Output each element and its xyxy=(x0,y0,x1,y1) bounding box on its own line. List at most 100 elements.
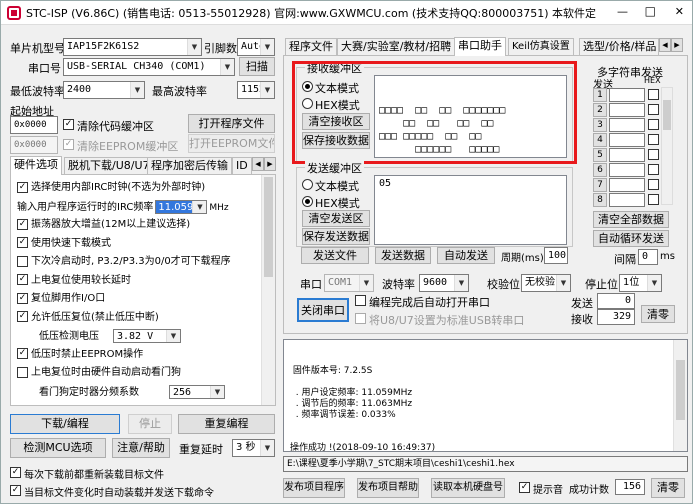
multi-send-input[interactable] xyxy=(609,178,645,192)
clear-count-button[interactable]: 清零 xyxy=(641,305,675,323)
options-scrollbar[interactable] xyxy=(261,175,275,405)
clear-code-checkbox[interactable]: ✓ xyxy=(63,119,74,130)
tab-scroll-right-icon[interactable]: ▶ xyxy=(671,38,683,52)
tab-scroll-left-icon[interactable]: ◀ xyxy=(659,38,671,52)
irc-frequency-select[interactable]: 11.0592 ▼ xyxy=(155,199,208,214)
reprogram-button[interactable]: 重复编程 xyxy=(178,414,275,434)
multi-send-button[interactable]: 7 xyxy=(593,178,607,192)
tab-scroll-right-icon[interactable]: ▶ xyxy=(264,157,276,171)
repeat-delay-select[interactable]: 3 秒 ▼ xyxy=(232,439,275,457)
multi-hex-checkbox[interactable] xyxy=(648,179,659,190)
help-button[interactable]: 注意/帮助 xyxy=(112,438,170,458)
minimize-button[interactable]: — xyxy=(617,5,628,18)
multi-send-input[interactable] xyxy=(609,133,645,147)
mcu-model-select[interactable]: IAP15F2K61S2 ▼ xyxy=(63,38,202,56)
auto-open-checkbox[interactable] xyxy=(355,295,366,306)
sound-checkbox[interactable]: ✓ xyxy=(519,482,530,493)
tab-keil[interactable]: Keil仿真设置 xyxy=(508,38,574,56)
tab-selection[interactable]: 选型/价格/样品 xyxy=(579,38,659,56)
option-checkbox[interactable]: ✓ xyxy=(17,348,28,359)
multi-send-button[interactable]: 2 xyxy=(593,103,607,117)
send-hex-mode-radio[interactable] xyxy=(302,196,313,207)
clear-send-button[interactable]: 清空发送区 xyxy=(302,210,370,227)
port-select[interactable]: USB-SERIAL CH340 (COM1) ▼ xyxy=(63,58,235,76)
max-baud-select[interactable]: 115200 ▼ xyxy=(237,81,275,99)
save-send-button[interactable]: 保存发送数据 xyxy=(302,228,370,245)
tab-hardware[interactable]: 硬件选项 xyxy=(10,156,62,175)
stop-bits-select[interactable]: 1位 ▼ xyxy=(619,274,662,292)
tab-encrypt[interactable]: 程序加密后传输 xyxy=(147,157,232,175)
option-checkbox[interactable] xyxy=(17,366,28,378)
tab-scroll-left-icon[interactable]: ◀ xyxy=(252,157,264,171)
usb-cdc-checkbox xyxy=(355,313,366,324)
interval-input[interactable]: 0 xyxy=(638,249,658,265)
open-program-button[interactable]: 打开程序文件 xyxy=(188,114,275,133)
log-scrollbar[interactable] xyxy=(673,340,687,451)
log-output[interactable]: 固件版本号: 7.2.5S . 用户设定频率: 11.059MHz . 调节后的… xyxy=(283,339,688,452)
multi-send-button[interactable]: 8 xyxy=(593,193,607,207)
multi-send-button[interactable]: 3 xyxy=(593,118,607,132)
clear-success-button[interactable]: 清零 xyxy=(651,478,685,498)
option-checkbox[interactable] xyxy=(17,255,28,267)
scan-button[interactable]: 扫描 xyxy=(239,57,275,76)
multi-hex-checkbox[interactable] xyxy=(648,194,659,205)
serial-port-label: 串口 xyxy=(300,278,322,291)
send-file-button[interactable]: 发送文件 xyxy=(301,247,369,264)
option-checkbox[interactable]: ✓ xyxy=(17,218,28,230)
option-checkbox[interactable]: ✓ xyxy=(17,237,28,248)
period-input[interactable]: 100 xyxy=(544,247,568,264)
send-data-button[interactable]: 发送数据 xyxy=(375,247,431,264)
publish-program-button[interactable]: 发布项目程序 xyxy=(283,478,345,498)
download-button[interactable]: 下载/编程 xyxy=(10,414,120,434)
close-button[interactable]: ✕ xyxy=(675,5,684,18)
multi-send-input[interactable] xyxy=(609,148,645,162)
multi-hex-checkbox[interactable] xyxy=(648,119,659,130)
pins-select[interactable]: Auto ▼ xyxy=(237,38,275,56)
multi-hex-checkbox[interactable] xyxy=(648,89,659,100)
multi-send-button[interactable]: 6 xyxy=(593,163,607,177)
multi-send-input[interactable] xyxy=(609,118,645,132)
send-text-mode-radio[interactable] xyxy=(302,179,313,190)
min-baud-select[interactable]: 2400 ▼ xyxy=(63,81,145,99)
multi-hex-checkbox[interactable] xyxy=(648,164,659,175)
multi-scrollbar[interactable] xyxy=(661,87,673,205)
option-select[interactable]: 3.82 V ▼ xyxy=(113,329,181,343)
scrollbar-thumb[interactable] xyxy=(264,177,273,277)
tab-serial-assistant[interactable]: 串口助手 xyxy=(454,37,506,56)
multi-send-button[interactable]: 5 xyxy=(593,148,607,162)
tab-id[interactable]: ID xyxy=(232,157,252,175)
multi-send-button[interactable]: 1 xyxy=(593,88,607,102)
close-port-button[interactable]: 关闭串口 xyxy=(297,298,349,322)
read-disk-id-button[interactable]: 读取本机硬盘号 xyxy=(431,478,505,498)
multi-hex-checkbox[interactable] xyxy=(648,104,659,115)
clear-all-button[interactable]: 清空全部数据 xyxy=(593,211,669,228)
send-textarea[interactable]: 05 xyxy=(374,175,567,245)
option-select[interactable]: 256 ▼ xyxy=(169,384,225,399)
code-addr-input[interactable]: 0x0000 xyxy=(10,116,58,134)
multi-hex-checkbox[interactable] xyxy=(648,134,659,145)
tab-program-file[interactable]: 程序文件 xyxy=(285,38,337,56)
option-checkbox[interactable]: ✓ xyxy=(17,274,28,285)
multi-send-button[interactable]: 4 xyxy=(593,133,607,147)
multi-send-input[interactable] xyxy=(609,103,645,117)
publish-help-button[interactable]: 发布项目帮助 xyxy=(357,478,419,498)
multi-hex-checkbox[interactable] xyxy=(648,149,659,160)
multi-send-input[interactable] xyxy=(609,88,645,102)
detect-mcu-button[interactable]: 检测MCU选项 xyxy=(10,438,106,458)
auto-loop-button[interactable]: 自动循环发送 xyxy=(593,230,669,247)
option-checkbox[interactable]: ✓ xyxy=(17,311,28,322)
tab-contest[interactable]: 大赛/实验室/教材/招聘 xyxy=(337,38,456,56)
scrollbar-thumb[interactable] xyxy=(676,360,685,420)
maximize-button[interactable]: □ xyxy=(645,4,656,18)
tab-offline[interactable]: 脱机下载/U8/U7 xyxy=(64,157,154,175)
reload-checkbox[interactable]: ✓ xyxy=(10,467,21,478)
option-checkbox[interactable]: ✓ xyxy=(17,292,28,304)
option-checkbox[interactable]: ✓ xyxy=(17,181,28,193)
multi-send-input[interactable] xyxy=(609,193,645,207)
baud-select[interactable]: 9600 ▼ xyxy=(419,274,469,292)
multi-send-input[interactable] xyxy=(609,163,645,177)
parity-select[interactable]: 无校验 ▼ xyxy=(521,274,571,292)
scrollbar-thumb[interactable] xyxy=(663,100,671,130)
auto-load-checkbox[interactable]: ✓ xyxy=(10,485,21,496)
auto-send-button[interactable]: 自动发送 xyxy=(437,247,495,264)
